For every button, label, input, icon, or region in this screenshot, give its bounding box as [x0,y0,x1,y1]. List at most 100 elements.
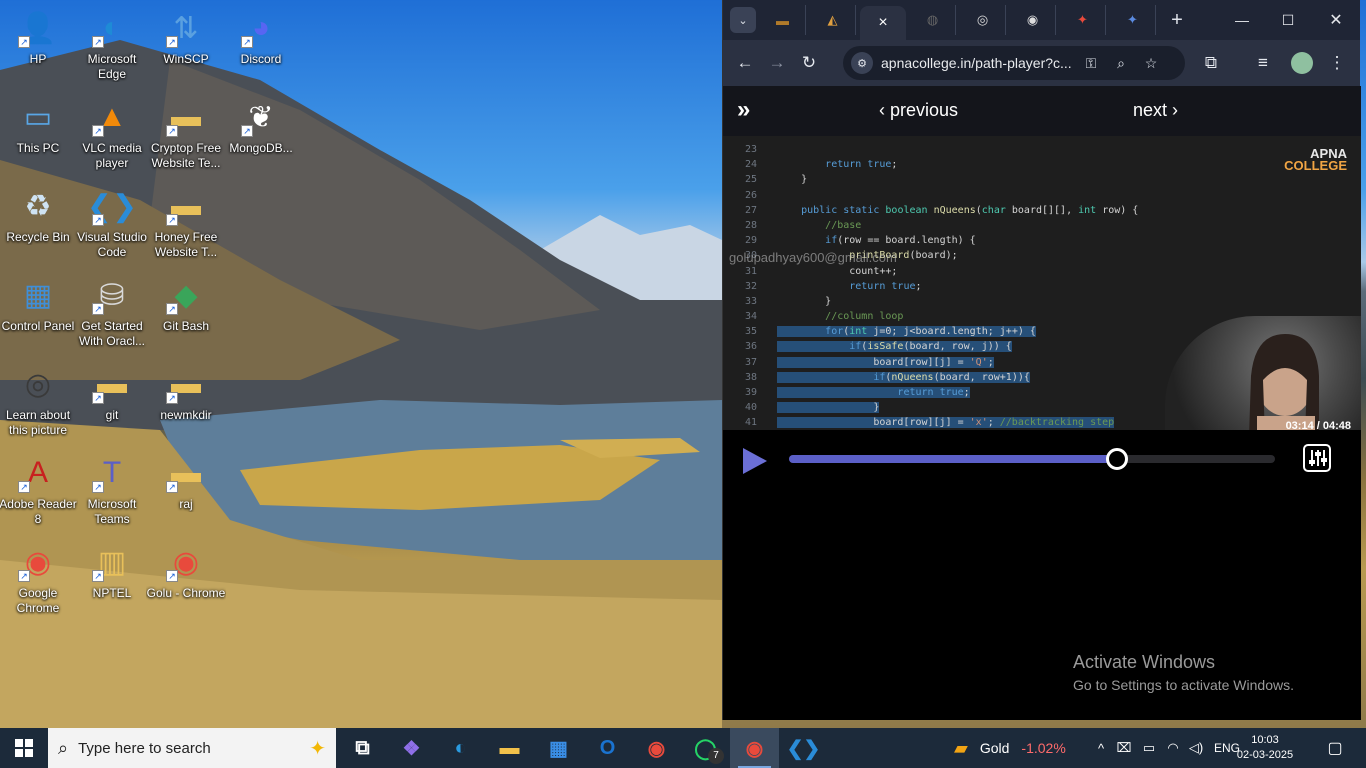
taskbar-task-view-button[interactable]: ⧉ [338,728,387,768]
desktop-icon-label: Cryptop Free Website Te... [150,141,222,170]
tab-6[interactable]: ◉ [1010,5,1056,35]
forward-button[interactable]: → [761,47,793,79]
sidebar-toggle-button[interactable]: » [737,98,763,124]
taskbar-vscode-button[interactable]: ❮❯ [779,728,828,768]
desktop-icon-microsoft-teams[interactable]: T ↗ Microsoft Teams [74,449,150,535]
task-view-icon: ⧉ [355,736,370,759]
outlook-icon: O [599,736,616,759]
zoom-icon[interactable]: ⌕ [1106,55,1136,72]
back-button[interactable]: ← [729,47,761,79]
desktop-icon-this-pc[interactable]: ▭ This PC [0,93,76,179]
desktop-icon-honey-free-website-t[interactable]: ▬ ↗ Honey Free Website T... [148,182,224,268]
profile-avatar[interactable] [1291,52,1313,74]
tab-5[interactable]: ◎ [960,5,1006,35]
meet-now-icon[interactable]: ⌧ [1112,740,1136,756]
progress-bar[interactable] [789,448,1275,470]
folder-icon: ▬ ↗ [166,186,206,226]
mongodb-icon: ❦ ↗ [241,97,281,137]
desktop-icon-learn-about-this-picture[interactable]: ◎ Learn about this picture [0,360,76,446]
desktop-icon-label: Recycle Bin [6,230,70,244]
desktop-icon-winscp[interactable]: ⇅ ↗ WinSCP [148,4,224,90]
tab-search-button[interactable]: ⌄ [730,7,756,33]
minimize-button[interactable]: — [1219,0,1265,40]
tab-8[interactable]: ✦ [1110,5,1156,35]
browser-window: ⌄ ▬ ◭ × ◍ ◎ ◉ ✦ ✦ + — ☐ ✕ ← → ↻ ⚙ apnacollege.i… [722,0,1361,720]
tab-2[interactable]: ◭ [810,5,856,35]
taskbar-outlook-button[interactable]: O [583,728,632,768]
notifications-button[interactable]: ▢ [1318,728,1352,768]
maximize-button[interactable]: ☐ [1265,0,1311,40]
tab-active[interactable]: × [860,6,906,40]
desktop-icon-newmkdir[interactable]: ▬ ↗ newmkdir [148,360,224,446]
desktop-icon-get-started-with-oracl[interactable]: ⛁ ↗ Get Started With Oracl... [74,271,150,357]
desktop-icon-discord[interactable]: ◕ ↗ Discord [223,4,299,90]
desktop-icon-adobe-reader-8[interactable]: A ↗ Adobe Reader 8 [0,449,77,535]
desktop-icon-hp[interactable]: 👤 ↗ HP [0,4,76,90]
close-icon: ✕ [1329,12,1343,29]
tab-1[interactable]: ▬ [760,5,806,35]
taskbar-chrome-button[interactable]: ◉ [632,728,681,768]
start-button[interactable] [0,728,48,768]
battery-icon[interactable]: ▭ [1136,740,1162,756]
shortcut-arrow-icon: ↗ [166,303,178,315]
desktop-icon-git[interactable]: ▬ ↗ git [74,360,150,446]
playlist-icon: ≡ [1258,53,1268,72]
extensions-button[interactable]: ⧉ [1195,47,1227,79]
gold-widget[interactable]: ▰ Gold -1.02% [954,728,1066,768]
chevron-up-icon[interactable]: ^ [1090,741,1112,756]
desktop-icon-visual-studio-code[interactable]: ❮❯ ↗ Visual Studio Code [74,182,150,268]
desktop-icon-git-bash[interactable]: ◆ ↗ Git Bash [148,271,224,357]
computer-icon: ▭ [23,100,53,134]
tab-4[interactable]: ◍ [910,5,956,35]
taskbar-microsoft-store-button[interactable]: ▦ [534,728,583,768]
taskbar: ⌕ Type here to search ✦ ⧉ ❖ ◐ ▬ ▦ O ◉ ◯ 7 ◉ ❮❯ ▰ G… [0,728,1366,768]
shortcut-arrow-icon: ↗ [92,214,104,226]
close-icon[interactable]: × [878,14,887,32]
taskbar-search[interactable]: ⌕ Type here to search ✦ [48,728,336,768]
new-tab-button[interactable]: + [1162,5,1192,35]
desktop-icon-vlc-media-player[interactable]: ▲ ↗ VLC media player [74,93,150,179]
code-line: 33 } [744,295,832,307]
desktop-icon-nptel[interactable]: ▥ ↗ NPTEL [74,538,150,624]
desktop-icon-label: Learn about this picture [5,408,71,437]
desktop-icon-cryptop-free-website-te[interactable]: ▬ ↗ Cryptop Free Website Te... [148,93,224,179]
desktop-icon-label: newmkdir [160,408,212,422]
key-icon[interactable]: ⚿ [1076,55,1106,72]
video-frame[interactable]: 23 24 return true; 25 } 26 27 public static … [723,136,1361,430]
close-window-button[interactable]: ✕ [1313,0,1359,40]
taskbar-file-explorer-button[interactable]: ▬ [485,728,534,768]
progress-thumb[interactable] [1106,448,1129,470]
desktop-icon-recycle-bin[interactable]: ♻ Recycle Bin [0,182,76,268]
taskbar-chrome-profile-button[interactable]: ◉ [730,728,779,768]
video-time: 03:14 / 04:48 [1285,420,1351,430]
desktop-icon-microsoft-edge[interactable]: ◐ ↗ Microsoft Edge [74,4,150,90]
desktop-icon-raj[interactable]: ▬ ↗ raj [148,449,224,535]
play-button[interactable] [743,448,767,474]
shortcut-arrow-icon: ↗ [166,570,178,582]
taskbar-copilot-button[interactable]: ❖ [387,728,436,768]
desktop-icon-mongodb[interactable]: ❦ ↗ MongoDB... [223,93,299,179]
volume-icon[interactable]: ◁) [1184,740,1208,756]
reload-button[interactable]: ↻ [793,47,825,79]
desktop-icon-google-chrome[interactable]: ◉ ↗ Google Chrome [0,538,76,624]
bookmark-star-icon[interactable]: ☆ [1136,55,1166,72]
wifi-icon[interactable]: ◠ [1162,740,1184,756]
clock[interactable]: 10:03 02-03-2025 [1232,728,1298,768]
next-lesson-button[interactable]: next › [1133,100,1178,121]
site-info-icon[interactable]: ⚙ [851,52,873,74]
browser-menu-button[interactable]: ⋮ [1321,47,1353,79]
desktop-icon-control-panel[interactable]: ▦ Control Panel [0,271,76,357]
taskbar-edge-button[interactable]: ◐ [436,728,485,768]
address-bar[interactable]: ⚙ apnacollege.in/path-player?c... ⚿ ⌕ ☆ [843,46,1185,80]
desktop-icon-label: MongoDB... [229,141,293,155]
desktop-icon-golu-chrome[interactable]: ◉ ↗ Golu - Chrome [147,538,226,624]
tab-7[interactable]: ✦ [1060,5,1106,35]
shortcut-arrow-icon: ↗ [166,36,178,48]
reload-icon: ↻ [801,53,817,72]
media-control-button[interactable]: ≡ [1247,47,1279,79]
settings-button[interactable] [1303,444,1331,472]
url-text[interactable]: apnacollege.in/path-player?c... [881,55,1076,71]
file-explorer-icon: ▬ [499,736,520,759]
taskbar-whatsapp-button[interactable]: ◯ 7 [681,728,730,768]
previous-lesson-button[interactable]: ‹ previous [879,100,958,121]
